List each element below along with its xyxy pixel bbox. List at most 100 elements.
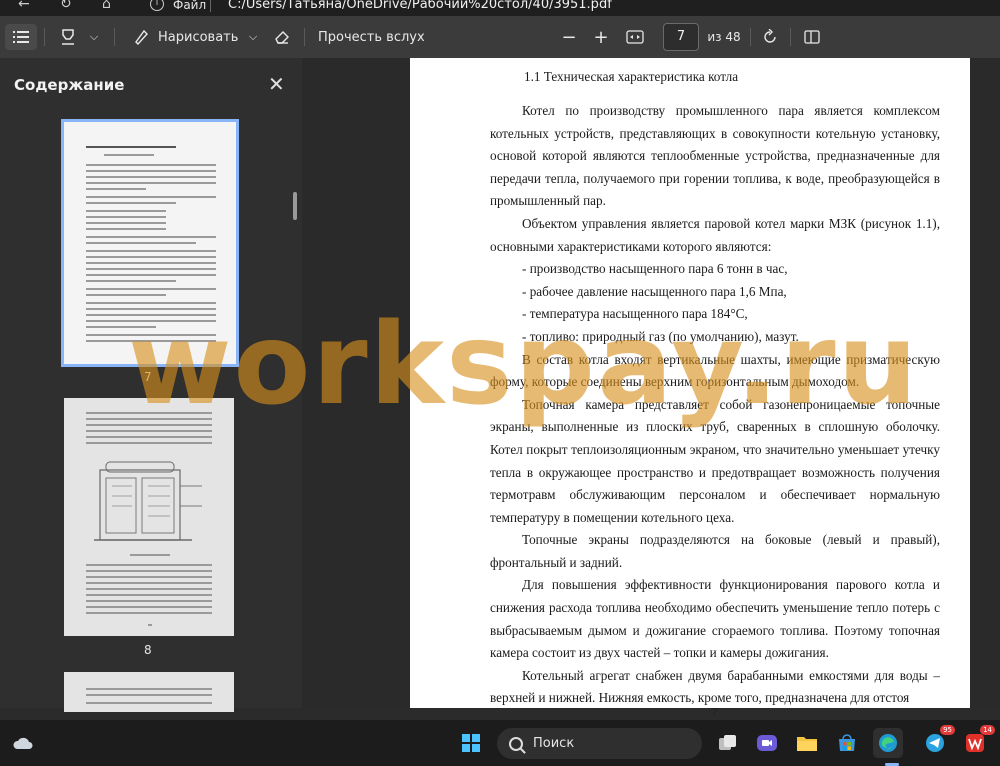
list-item: - топливо: природный газ (по умолчанию),…: [522, 328, 799, 344]
thumb-line: [86, 236, 216, 238]
thumbnail-page-7[interactable]: [61, 119, 239, 367]
thumb-line: [86, 202, 176, 204]
list-icon: [13, 31, 29, 43]
thumb-line: [86, 228, 166, 230]
chevron-down-icon: ⌵: [89, 30, 99, 43]
start-button[interactable]: [456, 728, 486, 758]
thumb-line: [86, 340, 216, 342]
read-aloud-button[interactable]: Прочесть вслух: [318, 16, 428, 58]
store-icon: [839, 734, 855, 751]
highlighter-icon: [62, 29, 74, 45]
thumb-line: [86, 588, 212, 590]
thumb-line: [86, 694, 212, 696]
thumb-line: [86, 418, 212, 420]
draw-dropdown[interactable]: ⌵: [244, 16, 262, 58]
taskbar-search[interactable]: Поиск: [497, 728, 702, 759]
thumb-line: [86, 594, 212, 596]
thumb-line: [86, 688, 212, 690]
task-view-button[interactable]: [713, 728, 743, 758]
thumb-line: [86, 288, 216, 290]
info-icon[interactable]: i: [150, 0, 164, 11]
teams-meet-button[interactable]: [752, 728, 782, 758]
thumb-line: [86, 280, 176, 282]
draw-button[interactable]: Нарисовать: [158, 16, 238, 58]
page-number-input[interactable]: 7: [663, 23, 699, 51]
page-footer-number: 7: [712, 706, 718, 718]
draw-button-icon-wrap[interactable]: [130, 16, 152, 58]
search-label: Поиск: [533, 736, 575, 751]
thumb-line: [86, 412, 212, 414]
rotate-button[interactable]: [758, 16, 782, 58]
page-view-button[interactable]: [800, 16, 824, 58]
paragraph: Для повышения эффективности функциониров…: [490, 577, 940, 661]
wps-office-button[interactable]: 14: [960, 725, 995, 758]
thumb-line: [86, 222, 166, 224]
thumb-line: [86, 582, 212, 584]
paragraph: Топочная камера представляет собой газон…: [490, 396, 940, 525]
fit-page-button[interactable]: [622, 16, 648, 58]
pen-icon: [135, 29, 148, 45]
zoom-out-button[interactable]: −: [558, 16, 580, 58]
thumb-line: [86, 176, 216, 178]
pdf-viewer-window: ← ↻ ⌂ i Файл C:/Users/Татьяна/OneDrive/Р…: [0, 0, 1000, 766]
back-icon[interactable]: ←: [18, 0, 30, 12]
paragraph: Котел по производству промышленного пара…: [490, 103, 940, 209]
thumb-line: [86, 170, 216, 172]
windows-icon: [462, 734, 480, 752]
paragraph: Топочные экраны подразделяются на боковы…: [490, 532, 940, 570]
rotate-icon: [764, 29, 776, 43]
close-icon[interactable]: ✕: [268, 72, 285, 96]
refresh-icon[interactable]: ↻: [60, 0, 72, 12]
list-item: - рабочее давление насыщенного пара 1,6 …: [522, 283, 787, 299]
home-icon[interactable]: ⌂: [102, 0, 111, 12]
highlight-dropdown[interactable]: ⌵: [84, 16, 104, 58]
wps-icon: [966, 734, 984, 752]
paragraph: В состав котла входят вертикальные шахты…: [490, 351, 940, 390]
thumb-line: [104, 154, 154, 156]
file-path[interactable]: C:/Users/Татьяна/OneDrive/Рабочий%20стол…: [228, 0, 612, 12]
thumb-line: [86, 430, 212, 432]
file-explorer-button[interactable]: [792, 728, 822, 758]
thumbnail-page-9[interactable]: [64, 672, 234, 712]
edge-icon: [879, 734, 897, 752]
document-area[interactable]: 1.1 Техническая характеристика котла Кот…: [302, 58, 1000, 708]
weather-icon[interactable]: [8, 728, 38, 758]
page-body: Котел по производству промышленного пара…: [490, 100, 940, 708]
thumbnail-page-8[interactable]: [64, 398, 234, 636]
thumb-line: [86, 424, 212, 426]
task-view-icon: [719, 735, 736, 750]
telegram-icon: [926, 734, 944, 752]
thumb-line: [86, 182, 216, 184]
search-icon: [509, 736, 523, 751]
toolbar-divider: [750, 28, 751, 46]
thumb-line: [86, 334, 216, 336]
thumb-line: [86, 308, 216, 310]
thumbnail-label: 7: [144, 370, 152, 384]
edge-button[interactable]: [873, 728, 903, 758]
file-label: Файл: [173, 0, 207, 12]
telegram-button[interactable]: 95: [920, 725, 955, 758]
highlight-button[interactable]: [56, 16, 80, 58]
paragraph: Объектом управления является паровой кот…: [490, 215, 940, 254]
paragraph: Котельный агрегат снабжен двумя барабанн…: [490, 667, 940, 706]
section-heading: 1.1 Техническая характеристика котла: [524, 69, 739, 84]
contents-toggle-button[interactable]: [5, 24, 37, 50]
cloud-icon: [13, 737, 33, 749]
thumb-line: [86, 250, 216, 252]
folder-icon: [797, 737, 817, 751]
erase-button[interactable]: [270, 16, 294, 58]
thumb-line: [86, 196, 216, 198]
thumb-line: [86, 164, 216, 166]
thumb-line: [86, 294, 166, 296]
thumb-line: [148, 624, 152, 626]
thumb-line: [86, 564, 212, 566]
sidebar-scrollbar[interactable]: [293, 192, 297, 220]
thumb-line: [86, 242, 196, 244]
toolbar-divider: [114, 28, 115, 46]
zoom-in-button[interactable]: +: [590, 16, 612, 58]
thumb-line: [86, 188, 146, 190]
taskbar: Поиск 95 14: [0, 720, 1000, 766]
thumb-line: [86, 314, 216, 316]
store-button[interactable]: [832, 728, 862, 758]
thumb-line: [86, 442, 212, 444]
